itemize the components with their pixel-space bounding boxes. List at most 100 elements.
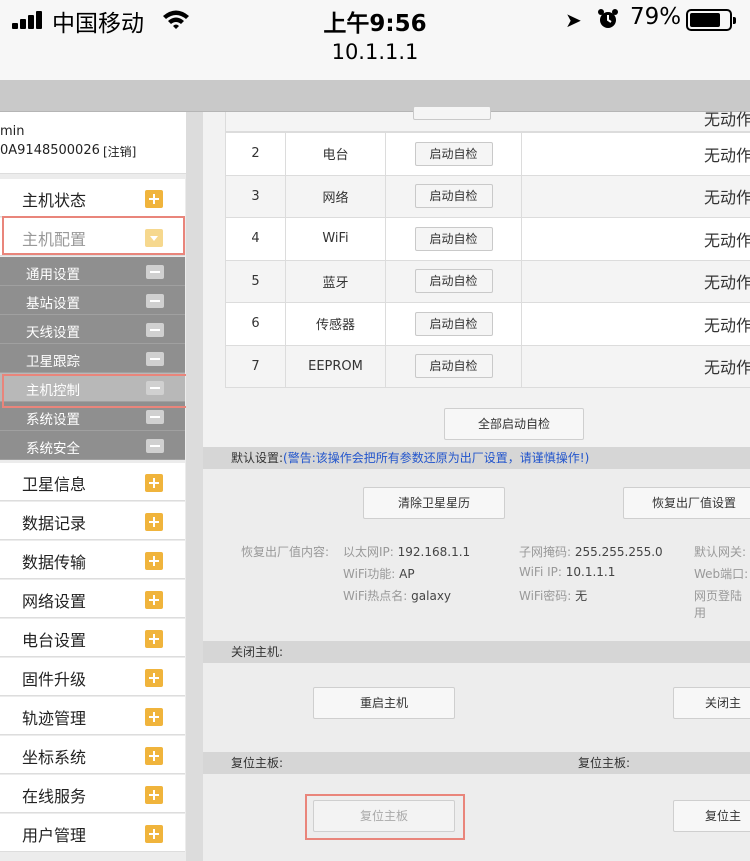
highlight-box	[2, 374, 188, 408]
minus-icon	[146, 323, 164, 337]
selftest-button[interactable]: 启动自检	[414, 269, 493, 294]
info-label: WiFi密码:	[519, 589, 572, 603]
selftest-button[interactable]: 启动自检	[414, 354, 493, 379]
info-ethernet-ip: 以太网IP: 192.168.1.1	[343, 543, 470, 560]
selftest-button[interactable]: 启动自检	[414, 311, 493, 336]
menu-label: 数据记录	[22, 514, 87, 533]
defaults-title: 默认设置:	[231, 451, 284, 465]
minus-icon	[146, 410, 164, 424]
row-status: 无动作	[521, 132, 750, 176]
selftest-button[interactable]: 启动自检	[414, 226, 493, 251]
reboot-button[interactable]: 重启主机	[313, 687, 455, 719]
shutdown-header: 关闭主机:	[203, 641, 750, 663]
menu-label: 主机状态	[22, 191, 87, 210]
menu-network-settings[interactable]: 网络设置	[0, 580, 185, 618]
menu-label: 固件升级	[22, 670, 87, 689]
defaults-warning: (警告:该操作会把所有参数还原为出厂设置，请谨慎操作!)	[283, 451, 590, 465]
plus-icon	[145, 513, 163, 531]
info-hotspot: WiFi热点名: galaxy	[343, 587, 451, 604]
logout-link[interactable]: [注销]	[103, 143, 136, 160]
row-action: 启动自检	[385, 344, 522, 388]
table-row: 2 电台 启动自检 无动作	[225, 132, 750, 176]
menu-track-management[interactable]: 轨迹管理	[0, 697, 185, 735]
submenu-base[interactable]: 基站设置	[0, 286, 185, 315]
menu-online-service[interactable]: 在线服务	[0, 775, 185, 813]
menu-host-status[interactable]: 主机状态	[0, 179, 185, 217]
minus-icon	[146, 294, 164, 308]
info-wifi-password: WiFi密码: 无	[519, 587, 587, 604]
reset-board-button-2[interactable]: 复位主	[673, 800, 750, 832]
clear-ephemeris-button[interactable]: 清除卫星星历	[363, 487, 505, 519]
menu-data-record[interactable]: 数据记录	[0, 502, 185, 540]
sidebar: min 0A9148500026 [注销] 主机状态 主机配置 通用设置 基站设…	[0, 112, 188, 861]
shutdown-panel: 重启主机 关闭主	[203, 663, 750, 752]
info-label: WiFi功能:	[343, 567, 396, 581]
device-id: 0A9148500026	[0, 143, 100, 158]
ios-status-bar: 中国移动 上午9:56 10.1.1.1 ➤ 79%	[0, 0, 750, 80]
menu-label: 卫星信息	[22, 475, 87, 494]
row-no: 4	[225, 217, 286, 261]
menu-label: 电台设置	[22, 631, 87, 650]
shutdown-button[interactable]: 关闭主	[673, 687, 750, 719]
row-name: 蓝牙	[285, 259, 386, 303]
battery-percent: 79%	[630, 4, 682, 30]
menu-label: 坐标系统	[22, 748, 87, 767]
factory-reset-button[interactable]: 恢复出厂值设置	[623, 487, 750, 519]
plus-icon	[145, 669, 163, 687]
info-label: WiFi热点名:	[343, 589, 408, 603]
submenu-label: 天线设置	[26, 325, 80, 341]
submenu-antenna[interactable]: 天线设置	[0, 315, 185, 344]
submenu-label: 系统设置	[26, 412, 80, 428]
main-content: 无动作 2 电台 启动自检 无动作 3 网络 启动自检 无动作 4 WiFi 启…	[203, 106, 750, 861]
row-status: 无动作	[521, 174, 750, 218]
menu-data-transfer[interactable]: 数据传输	[0, 541, 185, 579]
info-web-port: Web端口:	[694, 567, 749, 581]
plus-icon	[145, 786, 163, 804]
info-label: 子网掩码:	[519, 545, 572, 559]
minus-icon	[146, 439, 164, 453]
plus-icon	[145, 552, 163, 570]
info-gateway: 默认网关:	[694, 545, 747, 559]
info-value: 10.1.1.1	[565, 565, 616, 579]
info-subnet-mask: 子网掩码: 255.255.255.0	[519, 543, 663, 560]
submenu-system-security[interactable]: 系统安全	[0, 431, 185, 460]
plus-icon	[145, 747, 163, 765]
user-name: min	[0, 124, 25, 139]
row-status: 无动作	[521, 344, 750, 388]
all-selftest-button[interactable]: 全部启动自检	[444, 408, 584, 440]
minus-icon	[146, 352, 164, 366]
row-name: WiFi	[285, 217, 386, 261]
menu-radio-settings[interactable]: 电台设置	[0, 619, 185, 657]
selftest-button[interactable]: 启动自检	[414, 141, 493, 166]
menu-user-management[interactable]: 用户管理	[0, 814, 185, 852]
row-action: 启动自检	[385, 259, 522, 303]
menu-coordinate-system[interactable]: 坐标系统	[0, 736, 185, 774]
info-value: 无	[575, 589, 588, 603]
selftest-button[interactable]: 启动自检	[414, 184, 493, 209]
menu-label: 轨迹管理	[22, 709, 87, 728]
submenu-label: 系统安全	[26, 441, 80, 457]
info-web-login: 网页登陆用	[694, 589, 743, 620]
submenu-label: 基站设置	[26, 296, 80, 312]
highlight-box	[2, 216, 185, 255]
highlight-box	[305, 794, 465, 840]
row-status: 无动作	[521, 259, 750, 303]
submenu-satellite-tracking[interactable]: 卫星跟踪	[0, 344, 185, 373]
submenu-general[interactable]: 通用设置	[0, 257, 185, 286]
menu-label: 在线服务	[22, 787, 87, 806]
restore-content-label: 恢复出厂值内容:	[241, 545, 330, 559]
table-row: 3 网络 启动自检 无动作	[225, 174, 750, 218]
defaults-panel: 清除卫星星历 恢复出厂值设置 恢复出厂值内容: 以太网IP: 192.168.1…	[203, 469, 750, 641]
reset-header: 复位主板: 复位主板:	[203, 752, 750, 774]
menu-firmware-upgrade[interactable]: 固件升级	[0, 658, 185, 696]
row-name: 传感器	[285, 302, 386, 346]
reset-title-1: 复位主板:	[231, 756, 284, 770]
info-label: WiFi IP:	[519, 565, 562, 579]
plus-icon	[145, 190, 163, 208]
menu-satellite-info[interactable]: 卫星信息	[0, 463, 185, 501]
table-row: 5 蓝牙 启动自检 无动作	[225, 259, 750, 303]
plus-icon	[145, 708, 163, 726]
address-bar[interactable]: 10.1.1.1	[0, 40, 750, 64]
row-name: 电台	[285, 132, 386, 176]
info-label: 以太网IP:	[343, 545, 394, 559]
